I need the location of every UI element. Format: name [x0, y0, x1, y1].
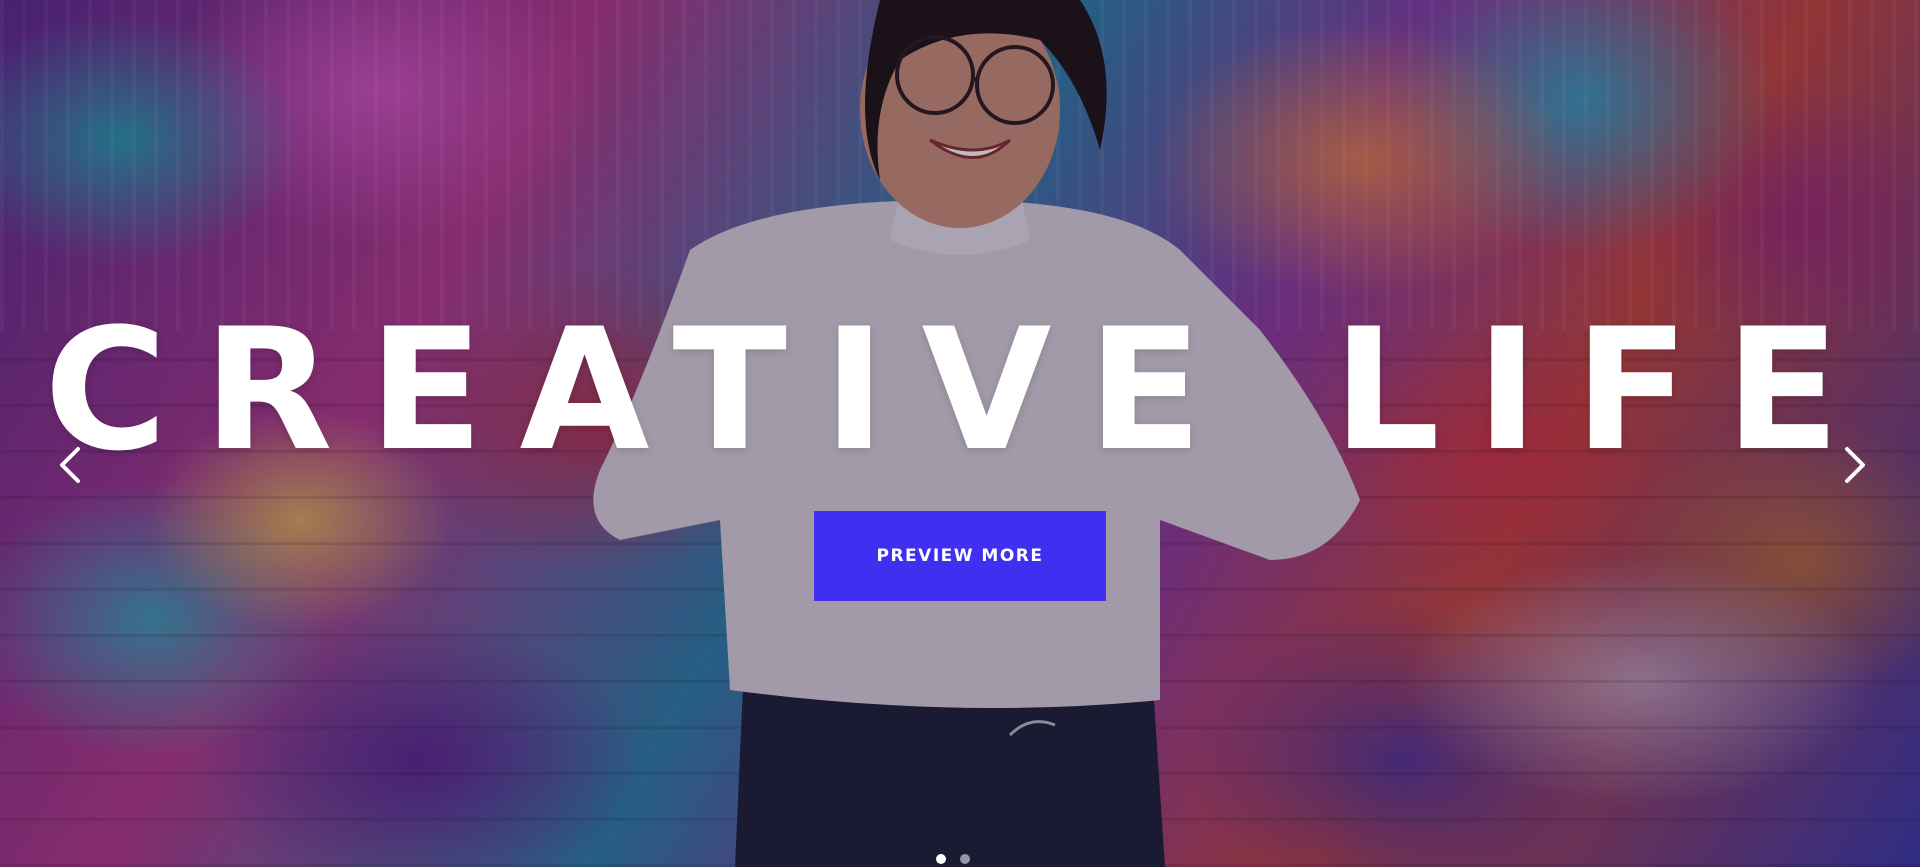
hero-slider: CREATIVE LIFE PREVIEW MORE — [0, 0, 1920, 867]
preview-more-button[interactable]: PREVIEW MORE — [814, 511, 1106, 601]
next-slide-button[interactable] — [1830, 440, 1880, 490]
pagination-dot-1[interactable] — [936, 854, 946, 864]
chevron-right-icon — [1845, 447, 1865, 483]
pagination-dot-2[interactable] — [960, 854, 970, 864]
slide-pagination — [936, 854, 970, 864]
chevron-left-icon — [60, 447, 80, 483]
slide-headline: CREATIVE LIFE — [44, 292, 1876, 488]
previous-slide-button[interactable] — [45, 440, 95, 490]
